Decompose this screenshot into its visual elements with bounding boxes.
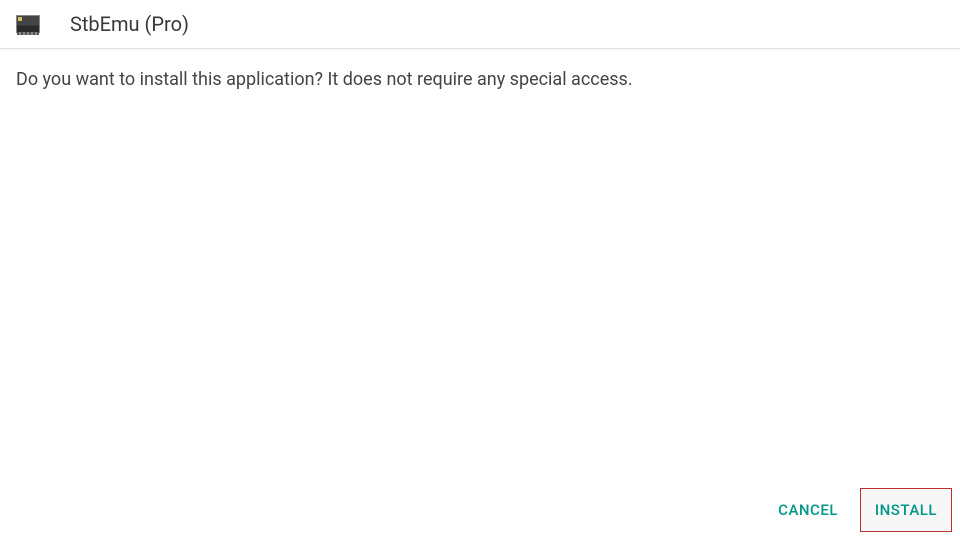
app-title: StbEmu (Pro)	[70, 12, 189, 36]
install-button[interactable]: INSTALL	[860, 488, 952, 532]
cancel-button[interactable]: CANCEL	[764, 489, 852, 531]
button-bar: CANCEL INSTALL	[764, 488, 952, 532]
app-icon	[16, 15, 40, 33]
install-message: Do you want to install this application?…	[0, 49, 960, 110]
install-dialog-header: StbEmu (Pro)	[0, 0, 960, 49]
